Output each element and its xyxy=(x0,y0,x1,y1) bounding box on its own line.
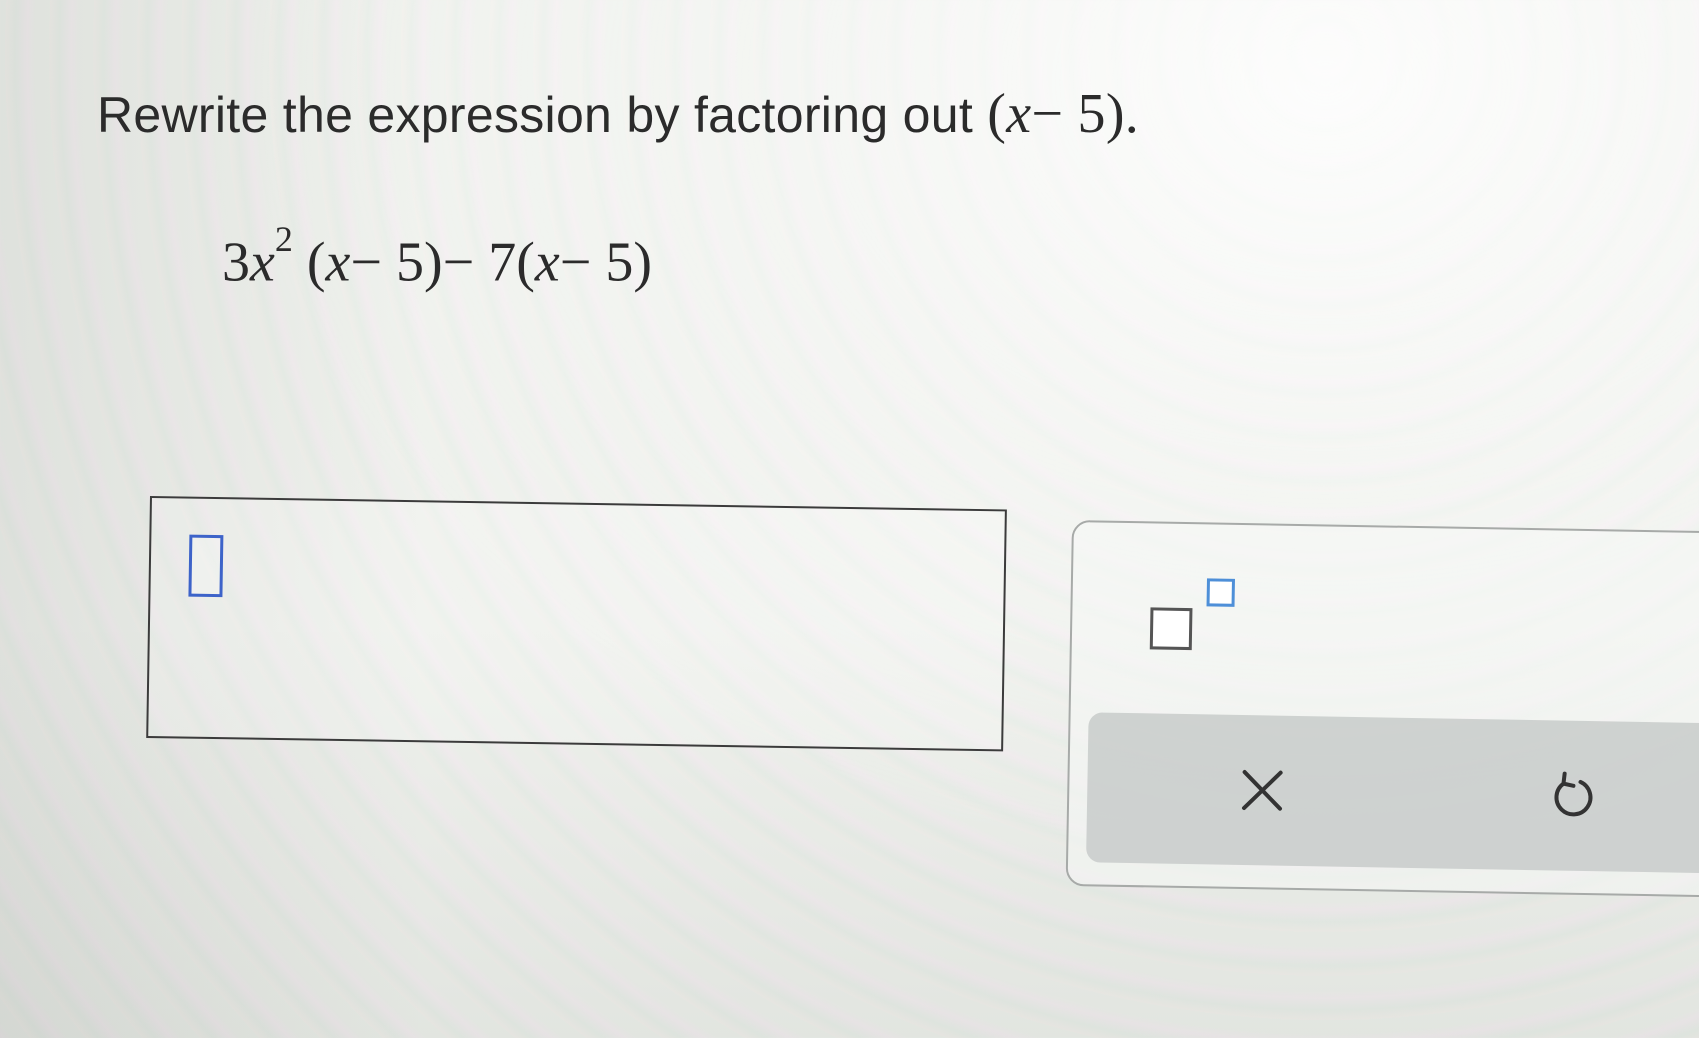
exponent-power-box xyxy=(1206,578,1235,607)
undo-button[interactable] xyxy=(1526,750,1618,842)
exponent-button[interactable] xyxy=(1149,577,1241,659)
expr-group1-op: − xyxy=(350,231,382,294)
prompt-factor-open: ( xyxy=(987,83,1007,145)
math-toolbar xyxy=(1065,520,1699,898)
expr-group1-var: x xyxy=(325,231,351,294)
answer-placeholder-slot[interactable] xyxy=(188,534,224,598)
prompt-factor-num: 5 xyxy=(1077,83,1106,145)
expr-exponent: 2 xyxy=(274,219,293,259)
undo-icon xyxy=(1554,771,1593,817)
prompt-factor: (x− 5). xyxy=(987,83,1139,145)
expr-op: − xyxy=(442,231,475,294)
expr-group1-close: ) xyxy=(423,231,443,294)
expr-var: x xyxy=(250,231,275,294)
expr-group2-close: ) xyxy=(633,231,652,294)
prompt-factor-var: x xyxy=(1006,83,1032,145)
answer-input[interactable] xyxy=(146,496,1007,752)
expr-group2-open: ( xyxy=(516,231,535,294)
expr-group1-num: 5 xyxy=(395,231,424,294)
expr-group2-op: − xyxy=(559,231,592,294)
expr-group2-num: 5 xyxy=(605,231,634,294)
expr-coef2: 7 xyxy=(488,231,517,294)
question-prompt: Rewrite the expression by factoring out … xyxy=(97,82,1139,146)
close-icon xyxy=(1241,770,1283,811)
clear-button[interactable] xyxy=(1217,745,1309,837)
prompt-factor-op: − xyxy=(1031,83,1064,145)
action-bar xyxy=(1086,712,1699,874)
expr-group2-var: x xyxy=(534,231,560,294)
expr-group1-open: ( xyxy=(306,231,326,294)
prompt-factor-close: ). xyxy=(1105,83,1140,145)
exponent-icon xyxy=(1149,577,1241,659)
expr-coef: 3 xyxy=(222,231,250,294)
prompt-text: Rewrite the expression by factoring out xyxy=(97,87,974,143)
given-expression: 3x2 (x− 5)− 7(x− 5) xyxy=(222,219,652,295)
exponent-base-box xyxy=(1149,607,1193,651)
